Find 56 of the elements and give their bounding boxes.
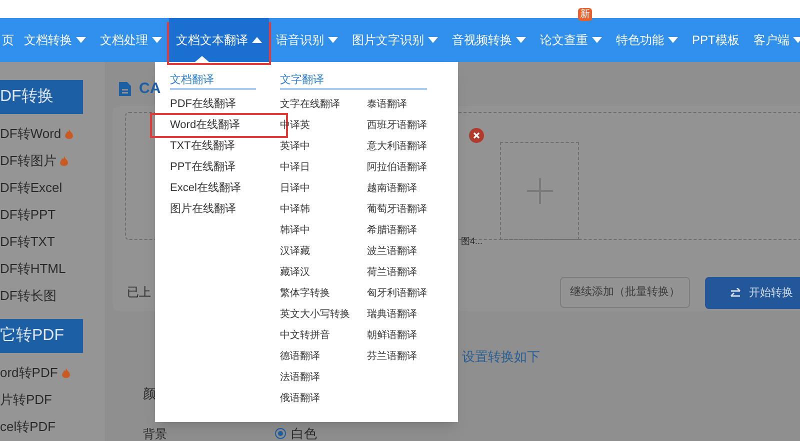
- menu-item[interactable]: 葡萄牙语翻译: [367, 199, 427, 220]
- sidebar-item[interactable]: DF转图片: [0, 147, 105, 174]
- sidebar-item[interactable]: DF转Excel: [0, 174, 105, 201]
- sidebar-heading[interactable]: DF转换: [0, 80, 83, 114]
- new-badge: 新: [578, 8, 592, 21]
- menu-item[interactable]: 阿拉伯语翻译: [367, 157, 427, 178]
- menu-item[interactable]: 藏译汉: [280, 262, 367, 283]
- background-option-radio[interactable]: 白色: [275, 424, 317, 441]
- background-label: 背景: [143, 426, 167, 441]
- menu-item[interactable]: TXT在线翻译: [170, 136, 235, 157]
- menu-item[interactable]: 中译韩: [280, 199, 367, 220]
- menu-item[interactable]: 希腊语翻译: [367, 220, 427, 241]
- sidebar-item[interactable]: DF转PPT: [0, 201, 105, 228]
- menu-item[interactable]: 荷兰语翻译: [367, 262, 427, 283]
- uploaded-count: 已上: [127, 284, 151, 301]
- menu-item[interactable]: 意大利语翻译: [367, 136, 427, 157]
- menu-item[interactable]: Word在线翻译: [170, 115, 240, 136]
- sidebar-item[interactable]: ord转PDF: [0, 359, 105, 386]
- menu-item[interactable]: PDF在线翻译: [170, 94, 236, 115]
- start-button[interactable]: 开始转换: [705, 277, 800, 309]
- menu-item[interactable]: 俄语翻译: [280, 388, 367, 409]
- menu-item[interactable]: 韩译中: [280, 220, 367, 241]
- menu-item[interactable]: 日译中: [280, 178, 367, 199]
- menu-item[interactable]: 瑞典语翻译: [367, 304, 427, 325]
- add-more-button[interactable]: 继续添加（批量转换）: [560, 277, 690, 308]
- menu-item[interactable]: 法语翻译: [280, 367, 367, 388]
- menu-item[interactable]: 汉译藏: [280, 241, 367, 262]
- menu-item[interactable]: 越南语翻译: [367, 178, 427, 199]
- menu-item[interactable]: PPT在线翻译: [170, 157, 236, 178]
- menu-item[interactable]: 文字在线翻译: [280, 94, 367, 115]
- menu-item[interactable]: 芬兰语翻译: [367, 346, 427, 367]
- menu-item[interactable]: 中译日: [280, 157, 367, 178]
- menu-item[interactable]: Excel在线翻译: [170, 178, 241, 199]
- sidebar-item[interactable]: DF转HTML: [0, 255, 105, 282]
- section-heading: 文档翻译: [170, 72, 256, 90]
- menu-item[interactable]: 波兰语翻译: [367, 241, 427, 262]
- sidebar-heading[interactable]: 它转PDF: [0, 319, 83, 353]
- nav-tab[interactable]: 文档文本翻译: [169, 18, 269, 62]
- sidebar-item[interactable]: DF转TXT: [0, 228, 105, 255]
- menu-item[interactable]: 图片在线翻译: [170, 199, 236, 220]
- section-heading: 文字翻译: [280, 72, 427, 90]
- sidebar-item[interactable]: DF转Word: [0, 120, 105, 147]
- menu-item[interactable]: 繁体字转换: [280, 283, 367, 304]
- menu-item[interactable]: 匈牙利语翻译: [367, 283, 427, 304]
- menu-item[interactable]: 英译中: [280, 136, 367, 157]
- menu-item[interactable]: 泰语翻译: [367, 94, 427, 115]
- menu-item[interactable]: 中文转拼音: [280, 325, 367, 346]
- color-label: 颜: [143, 385, 156, 403]
- menu-item[interactable]: 朝鲜语翻译: [367, 325, 427, 346]
- sidebar-item[interactable]: 片转PDF: [0, 386, 105, 413]
- file-caption: 图4...: [461, 235, 483, 248]
- menu-item[interactable]: 英文大小写转换: [280, 304, 367, 325]
- menu-item[interactable]: 西班牙语翻译: [367, 115, 427, 136]
- sidebar-item[interactable]: cel转PDF: [0, 413, 105, 440]
- menu-item[interactable]: 德语翻译: [280, 346, 367, 367]
- sidebar-item[interactable]: DF转长图: [0, 282, 105, 309]
